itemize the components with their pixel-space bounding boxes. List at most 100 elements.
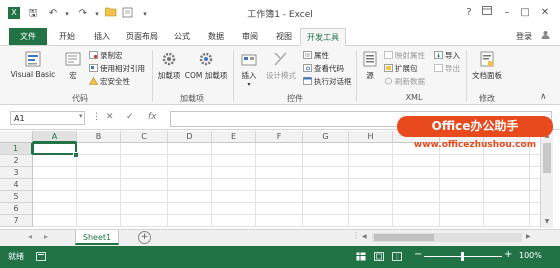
expansion-packs-button[interactable]: 扩展包 — [384, 63, 418, 74]
zoom-slider-thumb[interactable] — [461, 252, 464, 261]
column-header-d[interactable]: D — [168, 131, 212, 143]
document-panel-label: 文档面板 — [472, 71, 502, 80]
signin-link[interactable]: 登录 — [512, 28, 536, 45]
add-sheet-button[interactable]: + — [138, 231, 151, 244]
export-label: 导出 — [445, 64, 460, 73]
row-header-2[interactable]: 2 — [0, 155, 33, 167]
sheet-scroll-right-icon[interactable]: ▸ — [44, 232, 48, 241]
tab-developer[interactable]: 开发工具 — [300, 28, 346, 46]
run-dialog-button[interactable]: 执行对话框 — [303, 76, 352, 87]
cancel-entry-icon[interactable]: ✕ — [106, 112, 114, 122]
normal-view-icon[interactable] — [356, 252, 366, 261]
relative-references-button[interactable]: 使用相对引用 — [89, 63, 145, 74]
tab-file[interactable]: 文件 — [9, 28, 47, 45]
macro-record-status-icon[interactable] — [36, 252, 46, 261]
column-header-e[interactable]: E — [212, 131, 256, 143]
group-separator — [152, 50, 153, 102]
design-mode-button[interactable]: 设计模式 — [262, 50, 300, 81]
name-box[interactable]: A1 — [10, 111, 85, 125]
page-layout-view-icon[interactable] — [374, 252, 384, 261]
minimize-button[interactable]: – — [500, 6, 514, 20]
import-button[interactable]: 导入 — [434, 50, 460, 61]
page-break-view-icon[interactable] — [392, 252, 402, 261]
sheet-tab-bar: ◂ ▸ Sheet1 + ⋮ ◀ ▶ — [0, 229, 560, 246]
scroll-down-icon[interactable]: ▼ — [542, 217, 552, 227]
column-header-g[interactable]: G — [303, 131, 349, 143]
hscroll-right-icon[interactable]: ▶ — [526, 233, 531, 240]
tab-data[interactable]: 数据 — [200, 28, 232, 45]
group-separator — [356, 50, 357, 102]
gear-icon — [160, 50, 178, 68]
insert-dropdown-icon: ▾ — [247, 81, 251, 88]
active-cell[interactable] — [32, 142, 77, 155]
com-addins-gear-icon — [197, 50, 215, 68]
zoom-out-button[interactable]: − — [414, 249, 422, 260]
macros-button[interactable]: 宏 — [60, 50, 86, 81]
row-header-6[interactable]: 6 — [0, 203, 33, 215]
tab-home[interactable]: 开始 — [51, 28, 83, 45]
tab-review[interactable]: 审阅 — [234, 28, 266, 45]
group-label-xml: XML — [405, 93, 423, 102]
xml-source-button[interactable]: 源 — [359, 50, 381, 81]
tab-split-handle-icon[interactable]: ⋮ — [352, 231, 360, 240]
tab-page-layout[interactable]: 页面布局 — [120, 28, 164, 45]
xml-source-icon — [361, 50, 379, 68]
ribbon-tabs: 文件 开始 插入 页面布局 公式 数据 审阅 视图 开发工具 登录 — [0, 28, 560, 46]
macro-security-label: 宏安全性 — [100, 77, 130, 86]
confirm-entry-icon[interactable]: ✓ — [126, 112, 134, 122]
select-all-corner[interactable] — [0, 131, 33, 143]
column-header-h[interactable]: H — [349, 131, 393, 143]
hscroll-left-icon[interactable]: ◀ — [362, 233, 367, 240]
refresh-data-button[interactable]: 刷新数据 — [384, 76, 425, 87]
addins-label: 加载项 — [157, 71, 181, 80]
view-code-button[interactable]: 查看代码 — [303, 63, 344, 74]
zoom-in-button[interactable]: + — [504, 249, 512, 260]
macro-security-button[interactable]: 宏安全性 — [88, 76, 130, 87]
insert-function-icon[interactable]: fx — [148, 112, 157, 122]
insert-control-button[interactable]: 插入 ▾ — [236, 50, 262, 88]
export-icon — [434, 64, 443, 72]
close-button[interactable]: ✕ — [538, 6, 552, 20]
properties-button[interactable]: 属性 — [303, 50, 329, 61]
fill-handle[interactable] — [73, 152, 79, 158]
row-header-4[interactable]: 4 — [0, 179, 33, 191]
account-icon[interactable] — [538, 28, 552, 45]
sheet-scroll-left-icon[interactable]: ◂ — [28, 232, 32, 241]
gridline — [33, 214, 540, 215]
expansion-packs-icon — [384, 64, 393, 72]
addins-button[interactable]: 加载项 — [155, 50, 183, 81]
group-label-code: 代码 — [72, 94, 88, 103]
watermark-logo: Office办公助手 — [397, 116, 553, 137]
row-header-7[interactable]: 7 — [0, 215, 33, 227]
insert-control-label: 插入 — [241, 71, 257, 80]
map-properties-button[interactable]: 映射属性 — [384, 50, 425, 61]
macros-label: 宏 — [69, 71, 77, 80]
row-header-1[interactable]: 1 — [0, 143, 33, 155]
tab-view[interactable]: 视图 — [268, 28, 300, 45]
row-header-5[interactable]: 5 — [0, 191, 33, 203]
visual-basic-button[interactable]: Visual Basic — [6, 50, 60, 79]
group-label-addins: 加载项 — [180, 94, 204, 103]
ribbon-display-options-icon[interactable] — [480, 6, 494, 20]
gridline — [33, 166, 540, 167]
restore-button[interactable]: □ — [518, 6, 532, 20]
com-addins-button[interactable]: COM 加载项 — [184, 50, 228, 81]
collapse-ribbon-icon[interactable]: ∧ — [540, 92, 547, 102]
horizontal-scrollbar[interactable] — [372, 233, 522, 242]
document-panel-icon — [478, 50, 496, 68]
record-macro-button[interactable]: 录制宏 — [89, 50, 123, 61]
help-button[interactable]: ? — [462, 6, 476, 20]
name-box-dropdown-icon[interactable]: ▾ — [79, 112, 83, 120]
export-button[interactable]: 导出 — [434, 63, 460, 74]
tab-formulas[interactable]: 公式 — [166, 28, 198, 45]
tab-insert[interactable]: 插入 — [86, 28, 118, 45]
column-header-c[interactable]: C — [121, 131, 168, 143]
row-header-3[interactable]: 3 — [0, 167, 33, 179]
zoom-level[interactable]: 100% — [519, 251, 542, 260]
sheet-tab-sheet1[interactable]: Sheet1 — [75, 230, 119, 245]
document-panel-button[interactable]: 文档面板 — [469, 50, 505, 81]
column-header-b[interactable]: B — [77, 131, 121, 143]
hscroll-thumb[interactable] — [374, 234, 434, 241]
column-header-f[interactable]: F — [256, 131, 303, 143]
view-code-icon — [303, 64, 312, 72]
